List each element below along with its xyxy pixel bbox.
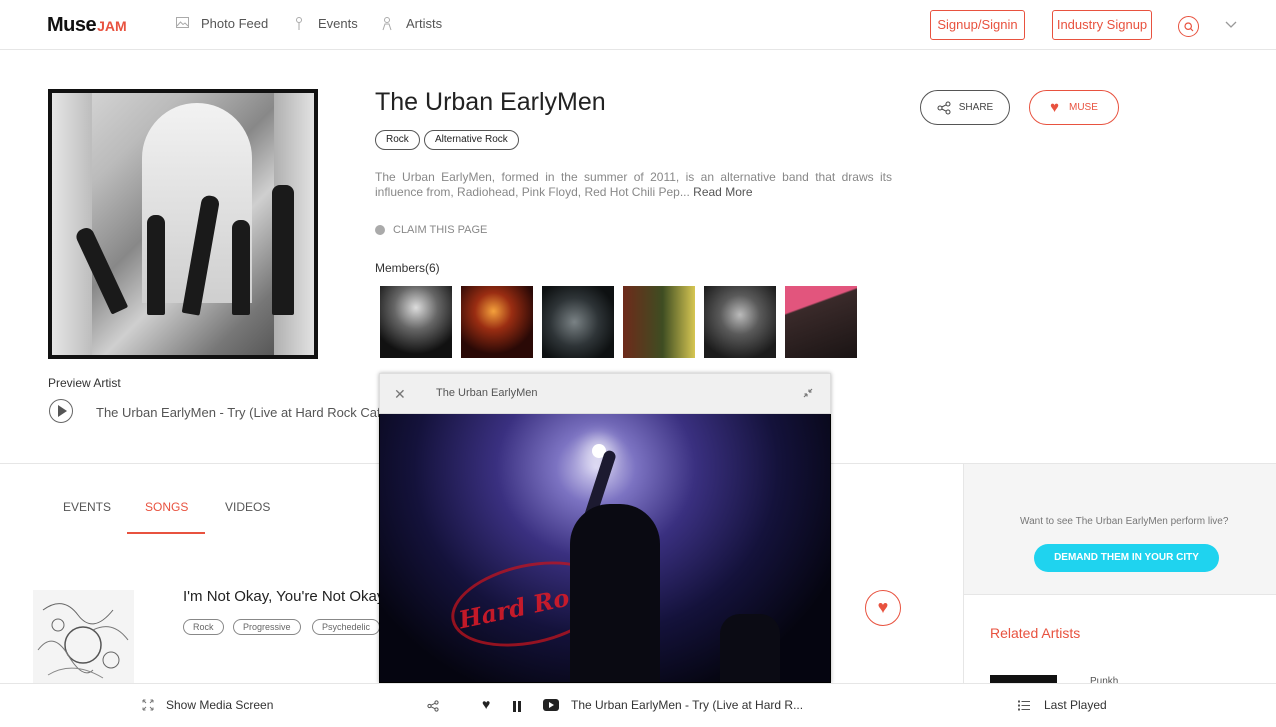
pause-icon[interactable] — [512, 701, 522, 712]
nav-artists-label: Artists — [406, 16, 443, 31]
youtube-icon[interactable] — [543, 699, 559, 711]
nav-events-label: Events — [318, 16, 358, 31]
song-tag-psychedelic[interactable]: Psychedelic — [312, 619, 381, 635]
top-nav: Muse JAM Photo Feed Events Artists Signu… — [0, 0, 1276, 50]
heart-icon: ♥ — [1050, 99, 1059, 116]
artist-description: The Urban EarlyMen, formed in the summer… — [375, 170, 892, 200]
video-player[interactable]: Hard Ro — [380, 414, 830, 682]
media-player-bar: Show Media Screen ♥ The Urban EarlyMen -… — [0, 683, 1276, 727]
heart-icon: ♥ — [877, 597, 889, 617]
nav-artists[interactable]: Artists — [380, 16, 442, 31]
video-popup: ✕ The Urban EarlyMen Hard Ro — [379, 373, 831, 683]
check-circle-icon — [375, 225, 385, 235]
demand-prompt: Want to see The Urban EarlyMen perform l… — [1020, 516, 1229, 527]
play-icon[interactable] — [49, 399, 73, 423]
minimize-icon[interactable] — [803, 387, 813, 401]
share-icon — [937, 101, 951, 114]
heart-icon[interactable]: ♥ — [482, 696, 490, 712]
signup-signin-button[interactable]: Signup/Signin — [930, 10, 1025, 40]
share-icon[interactable] — [427, 700, 439, 712]
song-like-button[interactable]: ♥ — [865, 590, 901, 626]
song-title[interactable]: I'm Not Okay, You're Not Okay — [183, 588, 380, 605]
demand-panel — [963, 464, 1276, 594]
panel-divider — [963, 464, 964, 684]
active-tab-indicator — [127, 532, 205, 534]
expand-icon — [142, 699, 154, 711]
preview-track-title[interactable]: The Urban EarlyMen - Try (Live at Hard R… — [96, 405, 380, 420]
song-cover-art[interactable] — [33, 590, 134, 683]
claim-page-label: CLAIM THIS PAGE — [393, 224, 488, 236]
person-icon — [380, 16, 394, 31]
genre-tag-alternative-rock[interactable]: Alternative Rock — [424, 130, 519, 150]
song-tag-rock[interactable]: Rock — [183, 619, 224, 635]
muse-label: MUSE — [1069, 102, 1098, 113]
search-button[interactable] — [1178, 16, 1199, 37]
song-tag-progressive[interactable]: Progressive — [233, 619, 301, 635]
member-thumb[interactable] — [461, 286, 533, 358]
musejam-logo[interactable]: Muse JAM — [47, 14, 127, 36]
logo-accent: JAM — [97, 18, 127, 34]
members-label: Members(6) — [375, 261, 440, 275]
nav-photo-feed[interactable]: Photo Feed — [175, 16, 268, 31]
popup-title: The Urban EarlyMen — [436, 387, 538, 399]
artist-description-text: The Urban EarlyMen, formed in the summer… — [375, 170, 892, 199]
member-thumb[interactable] — [542, 286, 614, 358]
show-media-screen-label: Show Media Screen — [166, 698, 274, 712]
list-icon — [1018, 700, 1030, 710]
mic-icon — [292, 16, 306, 31]
claim-page-link[interactable]: CLAIM THIS PAGE — [375, 224, 487, 236]
member-thumb[interactable] — [704, 286, 776, 358]
nav-events[interactable]: Events — [292, 16, 358, 31]
artist-name: The Urban EarlyMen — [375, 88, 606, 116]
share-button[interactable]: SHARE — [920, 90, 1010, 125]
image-icon — [175, 16, 189, 31]
close-icon[interactable]: ✕ — [394, 386, 406, 403]
tab-songs[interactable]: SONGS — [145, 500, 188, 514]
last-played-label: Last Played — [1044, 698, 1107, 712]
genre-tag-rock[interactable]: Rock — [375, 130, 420, 150]
industry-signup-button[interactable]: Industry Signup — [1052, 10, 1152, 40]
preview-artist-label: Preview Artist — [48, 376, 121, 390]
panel-divider — [963, 594, 1276, 595]
now-playing-title[interactable]: The Urban EarlyMen - Try (Live at Hard R… — [571, 698, 803, 712]
chevron-down-icon[interactable] — [1224, 17, 1238, 31]
read-more-link[interactable]: Read More — [693, 185, 752, 199]
last-played-button[interactable]: Last Played — [1018, 698, 1107, 712]
related-artists-title: Related Artists — [990, 625, 1081, 641]
muse-button[interactable]: ♥ MUSE — [1029, 90, 1119, 125]
artist-photo — [48, 89, 318, 359]
tab-events[interactable]: EVENTS — [63, 500, 111, 514]
member-thumb[interactable] — [785, 286, 857, 358]
demand-button[interactable]: DEMAND THEM IN YOUR CITY — [1034, 544, 1219, 572]
show-media-screen-button[interactable]: Show Media Screen — [142, 698, 273, 712]
member-thumb[interactable] — [623, 286, 695, 358]
logo-main: Muse — [47, 14, 97, 36]
search-icon — [1184, 22, 1194, 32]
popup-header: ✕ The Urban EarlyMen — [379, 373, 831, 414]
nav-photo-feed-label: Photo Feed — [201, 16, 269, 31]
share-label: SHARE — [958, 102, 994, 113]
tab-videos[interactable]: VIDEOS — [225, 500, 270, 514]
member-thumb[interactable] — [380, 286, 452, 358]
